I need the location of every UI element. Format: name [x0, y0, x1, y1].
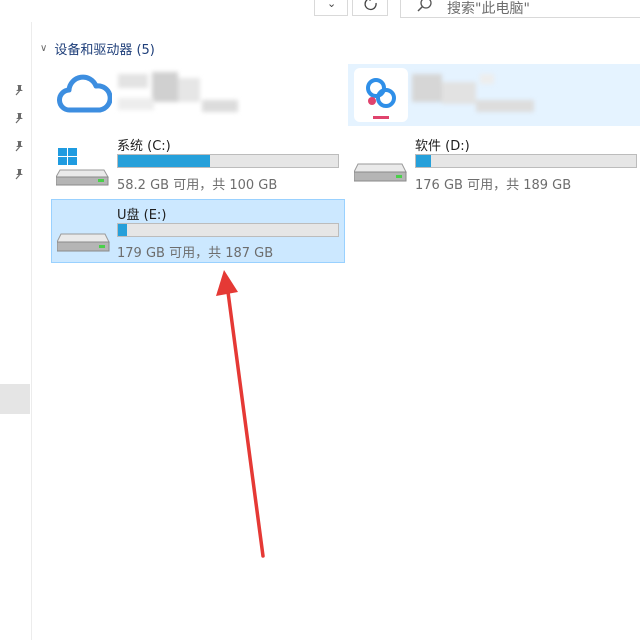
- cloud-icon: [57, 74, 112, 113]
- drive-usage-bar: [117, 223, 339, 237]
- drive-name: U盘 (E:): [117, 208, 167, 223]
- windows-drive-icon: [56, 148, 109, 186]
- drive-free-space: 58.2 GB 可用，共 100 GB: [117, 178, 278, 193]
- app-drive-icon: [354, 68, 408, 122]
- group-title: 设备和驱动器 (5): [54, 42, 155, 58]
- drive-free-space: 176 GB 可用，共 189 GB: [415, 178, 572, 193]
- cloud-drive-tile[interactable]: [348, 64, 640, 126]
- drive-usage-fill: [118, 155, 210, 167]
- cloud-drive-tile[interactable]: [52, 64, 344, 126]
- drive-usage-bar: [415, 154, 637, 168]
- group-header[interactable]: ∨ 设备和驱动器 (5): [40, 38, 155, 58]
- drive-usage-bar: [117, 154, 339, 168]
- drive-name: 软件 (D:): [415, 139, 470, 154]
- drive-usage-fill: [118, 224, 128, 236]
- drive-name: 系统 (C:): [117, 139, 171, 154]
- search-icon: [417, 0, 432, 12]
- drive-tile-selected[interactable]: U盘 (E:) 179 GB 可用，共 187 GB: [51, 199, 345, 263]
- address-history-dropdown[interactable]: ⌄: [314, 0, 348, 16]
- hard-drive-icon: [57, 233, 110, 252]
- obscured-drive-name: [112, 72, 242, 116]
- obscured-drive-name: [408, 72, 538, 116]
- chevron-down-icon: ⌄: [327, 0, 337, 10]
- search-input[interactable]: 搜索"此电脑": [447, 0, 530, 18]
- pin-icon[interactable]: [13, 112, 25, 124]
- pin-icon[interactable]: [13, 84, 25, 96]
- chevron-down-icon: ∨: [40, 42, 48, 54]
- pin-icon[interactable]: [13, 168, 25, 180]
- refresh-button[interactable]: [352, 0, 388, 16]
- toolbar: ⌄ 搜索"此电脑": [0, 0, 640, 22]
- refresh-icon: [364, 0, 377, 11]
- drive-tile[interactable]: 系统 (C:) 58.2 GB 可用，共 100 GB: [52, 130, 344, 193]
- drive-tile[interactable]: 软件 (D:) 176 GB 可用，共 189 GB: [348, 130, 640, 193]
- search-box[interactable]: 搜索"此电脑": [400, 0, 640, 18]
- nav-selected-item[interactable]: [0, 384, 30, 414]
- pin-icon[interactable]: [13, 140, 25, 152]
- drive-free-space: 179 GB 可用，共 187 GB: [117, 246, 274, 261]
- drive-usage-fill: [416, 155, 432, 167]
- hard-drive-icon: [354, 163, 407, 182]
